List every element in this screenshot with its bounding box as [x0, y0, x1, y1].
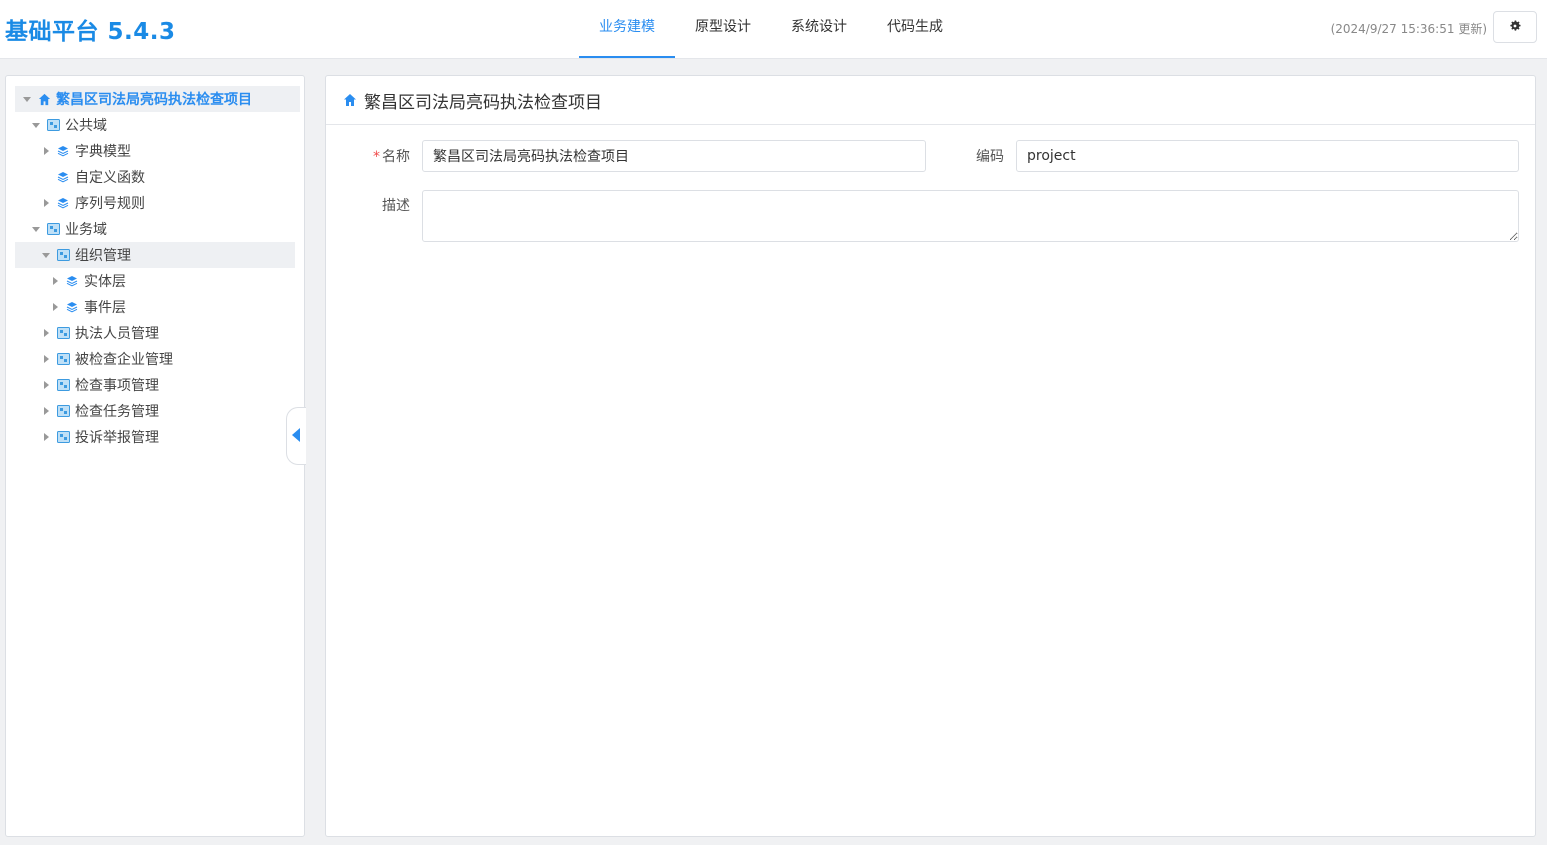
tree-node-label: 被检查企业管理 [75, 352, 173, 368]
caret-right-icon[interactable] [39, 144, 53, 158]
layers-icon [56, 170, 70, 184]
tab-prototype-design[interactable]: 原型设计 [675, 0, 771, 58]
domain-icon [46, 222, 60, 236]
panel-title: 繁昌区司法局亮码执法检查项目 [364, 92, 602, 113]
collapse-sidebar-button[interactable] [286, 407, 306, 465]
app-title: 基础平台 5.4.3 [5, 19, 176, 45]
tab-business-modeling[interactable]: 业务建模 [579, 0, 675, 58]
domain-icon [56, 378, 70, 392]
name-row: * 名称 [366, 140, 926, 172]
tree-node-public-domain[interactable]: 公共域 [6, 112, 296, 138]
layers-icon [65, 300, 79, 314]
domain-icon [56, 404, 70, 418]
tree-node-sequence-rule[interactable]: 序列号规则 [6, 190, 296, 216]
tree-node-inspected-enterprise-management[interactable]: 被检查企业管理 [6, 346, 296, 372]
tree-node-label: 执法人员管理 [75, 326, 159, 342]
tree-node-inspection-task-management[interactable]: 检查任务管理 [6, 398, 296, 424]
layers-icon [65, 274, 79, 288]
domain-icon [56, 430, 70, 444]
domain-icon [46, 118, 60, 132]
caret-right-icon[interactable] [39, 378, 53, 392]
tree-node-project[interactable]: 繁昌区司法局亮码执法检查项目 [15, 86, 300, 112]
layers-icon [56, 144, 70, 158]
tree-node-label: 序列号规则 [75, 196, 145, 212]
tree-node-label: 业务域 [65, 222, 107, 238]
tree-node-label: 事件层 [84, 300, 126, 316]
caret-down-icon[interactable] [39, 248, 53, 262]
caret-right-icon[interactable] [39, 196, 53, 210]
name-label-wrap: * 名称 [366, 146, 410, 166]
caret-down-icon[interactable] [20, 92, 34, 106]
tree-node-event-layer[interactable]: 事件层 [6, 294, 296, 320]
panel-header: 繁昌区司法局亮码执法检查项目 [326, 76, 1535, 125]
description-input[interactable] [422, 190, 1519, 242]
gear-icon [1508, 18, 1522, 37]
settings-button[interactable] [1493, 11, 1537, 43]
detail-panel: 繁昌区司法局亮码执法检查项目 *名称 编码 描述 [325, 75, 1536, 837]
domain-icon [56, 352, 70, 366]
tree-node-label: 字典模型 [75, 144, 131, 160]
tree-node-custom-function[interactable]: 自定义函数 [6, 164, 296, 190]
required-mark: * [373, 149, 380, 165]
main-nav: 业务建模 原型设计 系统设计 代码生成 [579, 0, 963, 58]
model-tree: 繁昌区司法局亮码执法检查项目 公共域 字典模型 自定义函数 序列号规则 业务域 [6, 86, 300, 450]
tree-node-label: 检查任务管理 [75, 404, 159, 420]
tree-node-label: 检查事项管理 [75, 378, 159, 394]
domain-icon [56, 326, 70, 340]
name-input[interactable] [422, 140, 926, 172]
tree-node-entity-layer[interactable]: 实体层 [6, 268, 296, 294]
code-row: 编码 [966, 140, 1519, 172]
caret-left-icon [292, 427, 301, 446]
caret-right-icon[interactable] [48, 274, 62, 288]
tree-node-dictionary-model[interactable]: 字典模型 [6, 138, 296, 164]
code-input[interactable] [1016, 140, 1519, 172]
tree-node-label: 实体层 [84, 274, 126, 290]
tree-node-org-management[interactable]: 组织管理 [15, 242, 295, 268]
tree-node-inspection-item-management[interactable]: 检查事项管理 [6, 372, 296, 398]
caret-right-icon[interactable] [39, 430, 53, 444]
caret-right-icon[interactable] [48, 300, 62, 314]
tab-code-generation[interactable]: 代码生成 [867, 0, 963, 58]
code-label: 编码 [976, 149, 1004, 165]
tab-system-design[interactable]: 系统设计 [771, 0, 867, 58]
description-label: 描述 [382, 198, 410, 214]
home-icon [343, 93, 357, 107]
tree-node-label: 繁昌区司法局亮码执法检查项目 [56, 92, 252, 108]
caret-right-icon[interactable] [39, 326, 53, 340]
description-row: 描述 [366, 190, 1519, 242]
update-time: (2024/9/27 15:36:51 更新) [1330, 22, 1487, 36]
caret-down-icon[interactable] [29, 222, 43, 236]
model-tree-panel: 繁昌区司法局亮码执法检查项目 公共域 字典模型 自定义函数 序列号规则 业务域 [5, 75, 305, 837]
caret-down-icon[interactable] [29, 118, 43, 132]
tree-node-label: 自定义函数 [75, 170, 145, 186]
tree-node-label: 公共域 [65, 118, 107, 134]
home-icon [37, 92, 51, 106]
layers-icon [56, 196, 70, 210]
tree-node-label: 投诉举报管理 [75, 430, 159, 446]
caret-right-icon[interactable] [39, 352, 53, 366]
caret-right-icon[interactable] [39, 404, 53, 418]
tree-node-label: 组织管理 [75, 248, 131, 264]
domain-icon [56, 248, 70, 262]
top-bar: 基础平台 5.4.3 业务建模 原型设计 系统设计 代码生成 (2024/9/2… [0, 0, 1547, 59]
tree-node-business-domain[interactable]: 业务域 [6, 216, 296, 242]
name-label: 名称 [382, 149, 410, 165]
tree-node-enforcer-management[interactable]: 执法人员管理 [6, 320, 296, 346]
tree-node-complaint-report-management[interactable]: 投诉举报管理 [6, 424, 296, 450]
